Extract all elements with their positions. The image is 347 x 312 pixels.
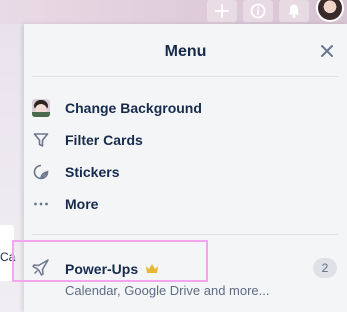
menu-item-stickers[interactable]: Stickers	[24, 157, 344, 187]
card-peek-text: Ca	[0, 250, 16, 264]
notifications-button[interactable]	[279, 0, 309, 22]
menu-item-more[interactable]: More	[24, 189, 344, 219]
more-dots-icon	[32, 195, 50, 213]
menu-title: Menu	[164, 43, 207, 60]
menu-item-label: Stickers	[65, 164, 120, 180]
background-thumbnail	[32, 99, 50, 117]
add-button[interactable]	[207, 0, 237, 22]
plus-icon	[215, 4, 229, 18]
close-icon	[321, 45, 333, 57]
crown-icon	[146, 264, 158, 273]
divider	[32, 76, 338, 77]
menu-item-change-background[interactable]: Change Background	[24, 93, 344, 123]
sticker-icon	[32, 163, 50, 181]
close-button[interactable]	[318, 42, 336, 60]
rocket-icon	[32, 259, 49, 276]
board-header	[0, 0, 347, 24]
menu-header: Menu	[24, 24, 347, 76]
board-menu: Menu Change Background Filter Cards Stic…	[12, 24, 347, 312]
menu-item-label: More	[65, 196, 99, 212]
bell-icon	[288, 4, 300, 18]
board-background: Ca	[0, 0, 24, 312]
menu-item-label: Filter Cards	[65, 132, 143, 148]
menu-item-label: Change Background	[65, 100, 202, 116]
filter-icon	[32, 131, 50, 149]
info-icon	[250, 3, 266, 19]
divider	[32, 234, 338, 235]
powerups-label: Power-Ups	[65, 261, 139, 277]
powerups-count-badge: 2	[313, 258, 337, 278]
menu-item-powerups[interactable]: Power-Ups Calendar, Google Drive and mor…	[24, 244, 347, 304]
powerups-subtitle: Calendar, Google Drive and more...	[65, 283, 270, 298]
menu-item-filter-cards[interactable]: Filter Cards	[24, 125, 344, 155]
info-button[interactable]	[243, 0, 273, 22]
avatar[interactable]	[314, 0, 344, 22]
